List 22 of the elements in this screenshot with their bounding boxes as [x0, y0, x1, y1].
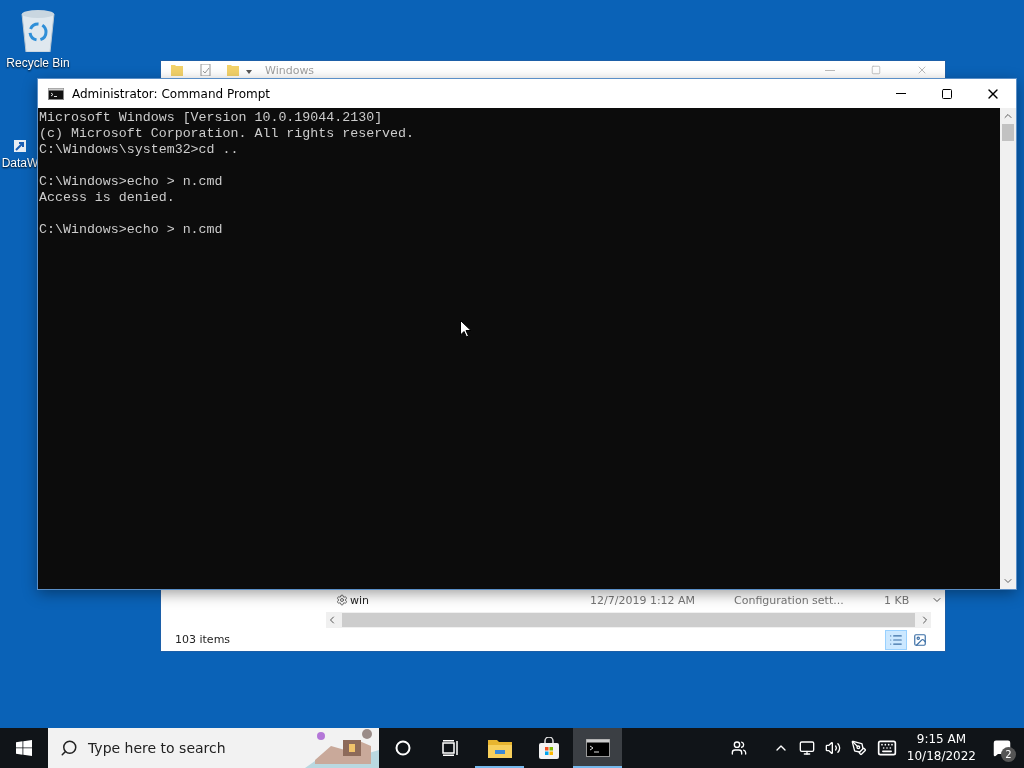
console-line: C:\Windows>echo > n.cmd [39, 174, 223, 190]
desktop-icon-label[interactable]: DataW [1, 156, 39, 170]
file-name[interactable]: win [350, 593, 590, 607]
desktop-icon-label[interactable]: Recycle Bin [6, 56, 70, 70]
console-line: Microsoft Windows [Version 10.0.19044.2130] [39, 110, 383, 126]
console-line: Access is denied. [39, 190, 175, 206]
file-date: 12/7/2019 1:12 AM [590, 593, 697, 607]
notification-button[interactable]: 2 [986, 728, 1018, 768]
console-line: C:\Windows\system32>cd .. [39, 142, 239, 158]
console-line: (c) Microsoft Corporation. All rights reserved. [39, 126, 415, 142]
clock[interactable]: 9:15 AM 10/18/2022 [906, 731, 976, 765]
window-title: Windows [265, 63, 315, 77]
file-size: 1 KB [884, 593, 911, 607]
file-type: Configuration sett... [734, 593, 845, 607]
console-area[interactable]: Microsoft Windows [Version 10.0.19044.2130] (c) Microsoft Corporation. All rights reserved. C:\Windows\system32>cd .. C:\Windows>echo > n.cmd Access is denied. C:\Windows>echo > n.cmd [38, 108, 1000, 589]
console-line: C:\Windows>echo > n.cmd [39, 222, 223, 238]
search-field[interactable]: Type here to search [48, 728, 379, 768]
item-count: 103 items [175, 633, 231, 646]
notification-count: 2 [1001, 747, 1016, 762]
window-title: Administrator: Command Prompt [72, 86, 270, 101]
date: 10/18/2022 [906, 748, 976, 765]
time: 9:15 AM [916, 731, 967, 748]
